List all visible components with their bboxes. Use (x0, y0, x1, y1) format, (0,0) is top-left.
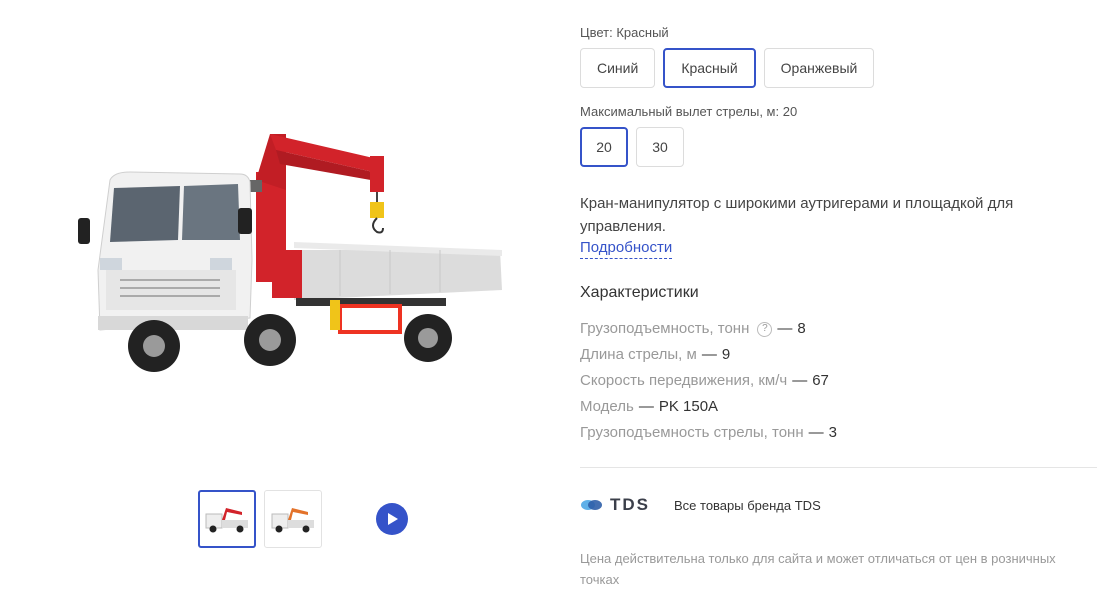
spec-separator: — (777, 320, 793, 337)
play-icon (388, 513, 398, 525)
thumbnail-strip (198, 490, 322, 548)
spec-key: Грузоподъемность стрелы, тонн (580, 424, 804, 441)
spec-value: 9 (721, 346, 731, 363)
play-video-button[interactable] (376, 503, 408, 535)
color-option-red[interactable]: Красный (663, 48, 756, 88)
thumbnail-red-crane[interactable] (198, 490, 256, 548)
spec-separator: — (808, 424, 824, 441)
thumbnail-orange-crane[interactable] (264, 490, 322, 548)
product-description: Кран-манипулятор с широкими аутригерами … (580, 195, 1014, 235)
help-icon[interactable]: ? (757, 321, 773, 337)
price-disclaimer: Цена действительна только для сайта и мо… (580, 551, 1056, 587)
spec-key: Длина стрелы, м (580, 346, 697, 363)
brand-logo[interactable]: TDS (580, 495, 650, 515)
spec-separator: — (792, 372, 808, 389)
color-option-orange[interactable]: Оранжевый (763, 48, 875, 88)
specs-title: Характеристики (580, 284, 699, 301)
truck-flatbed (272, 242, 502, 334)
truck-cab (78, 171, 253, 331)
boom-reach-label: Максимальный вылет стрелы, м: 20 (580, 104, 798, 119)
spec-value: 8 (797, 320, 806, 337)
spec-row: Модель — PK 150A (580, 394, 837, 420)
divider (580, 467, 1097, 468)
spec-row: Длина стрелы, м — 9 (580, 342, 837, 368)
spec-row: Грузоподъемность, тонн ? — 8 (580, 316, 837, 342)
spec-key: Грузоподъемность, тонн (580, 320, 750, 337)
tds-logo-icon (581, 500, 602, 510)
truck-thumbnail-icon (205, 508, 248, 533)
spec-key: Скорость передвижения, км/ч (580, 372, 788, 389)
boom-option-20[interactable]: 20 (580, 127, 628, 167)
spec-value: 3 (828, 424, 837, 441)
color-options: Синий Красный Оранжевый (580, 48, 875, 88)
product-gallery (0, 0, 560, 603)
brand-row: TDS Все товары бренда TDS (580, 495, 821, 515)
boom-reach-options: 20 30 (580, 127, 684, 167)
boom-option-30[interactable]: 30 (636, 127, 684, 167)
spec-row: Скорость передвижения, км/ч — 67 (580, 368, 837, 394)
spec-row: Грузоподъемность стрелы, тонн — 3 (580, 420, 837, 446)
main-product-image[interactable] (70, 120, 520, 390)
spec-value: 67 (812, 372, 829, 389)
color-label: Цвет: Красный (580, 25, 669, 40)
truck-thumbnail-icon (271, 508, 314, 533)
spec-separator: — (638, 398, 654, 415)
brand-products-link[interactable]: Все товары бренда TDS (674, 498, 821, 513)
brand-name: TDS (610, 495, 650, 514)
spec-key: Модель (580, 398, 634, 415)
spec-value: PK 150A (658, 398, 719, 415)
spec-separator: — (701, 346, 717, 363)
color-option-blue[interactable]: Синий (580, 48, 656, 88)
specs-list: Грузоподъемность, тонн ? — 8 Длина стрел… (580, 316, 837, 446)
details-link[interactable]: Подробности (580, 238, 673, 259)
